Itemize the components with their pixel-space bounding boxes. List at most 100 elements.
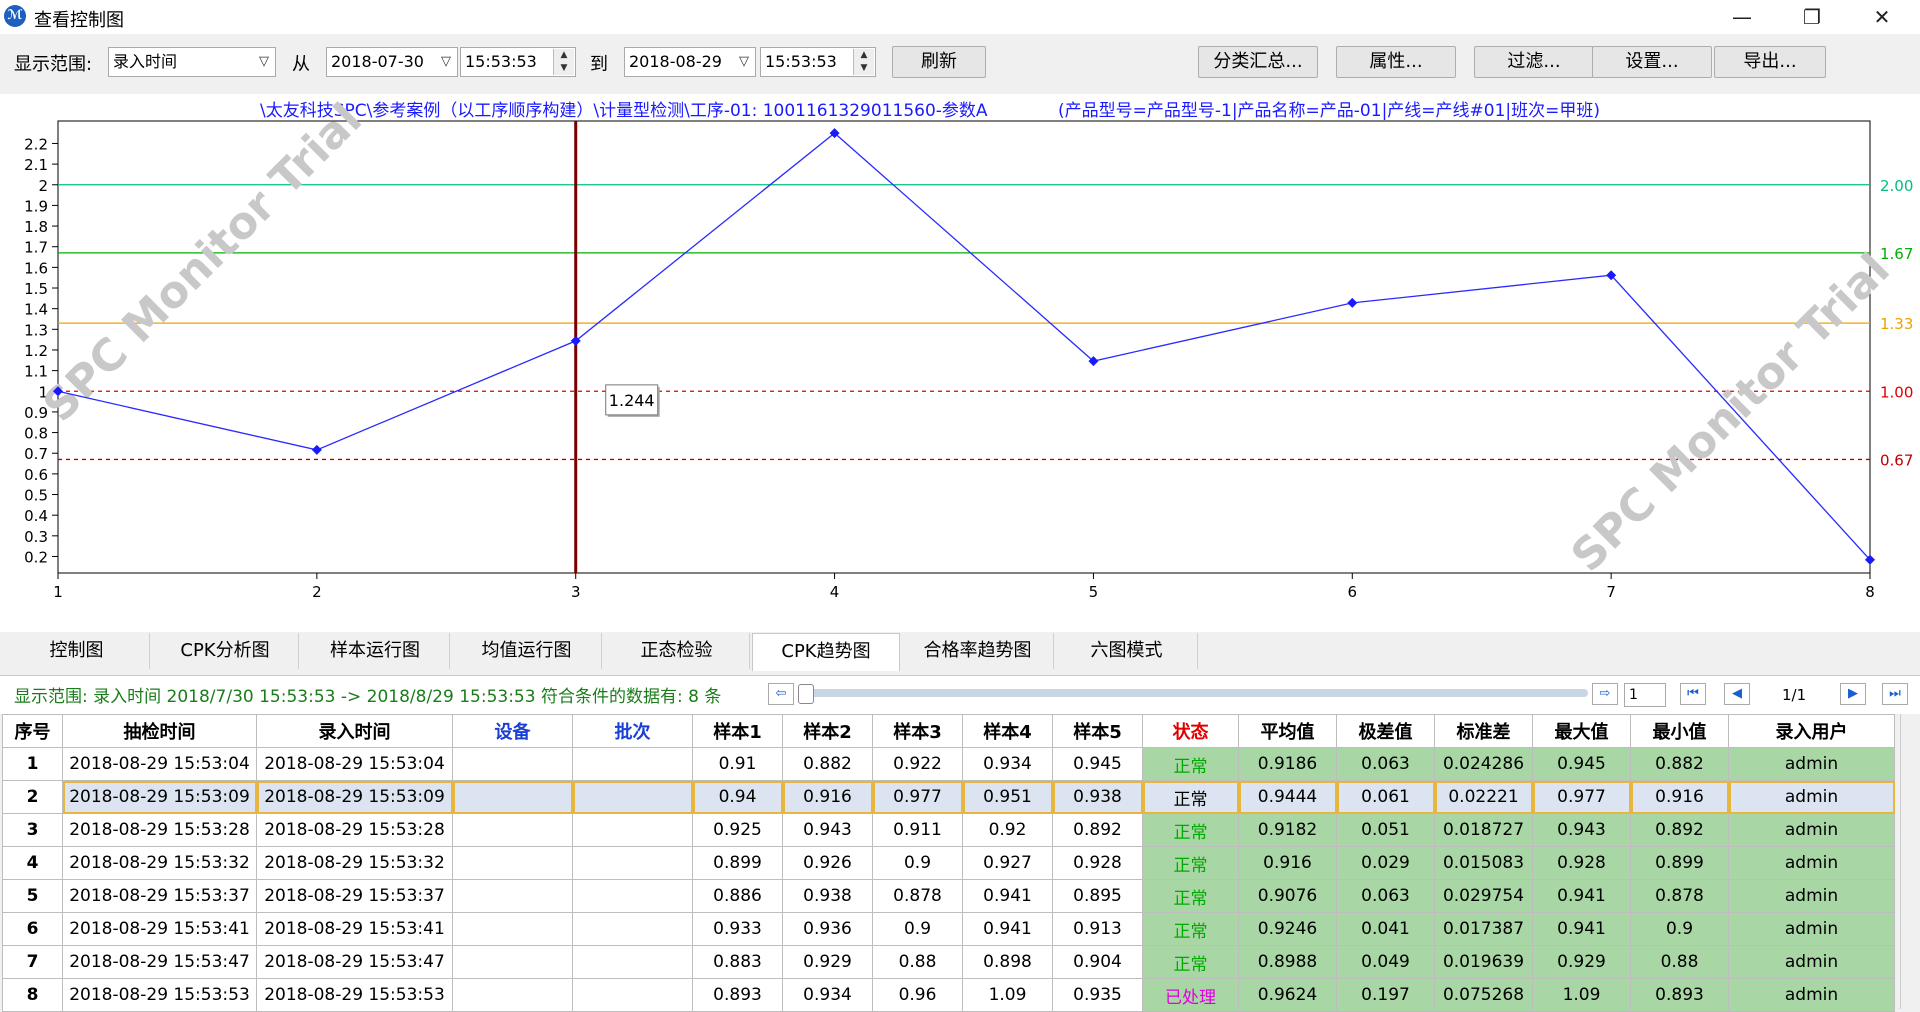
table-cell[interactable]: 2018-08-29 15:53:37 [256,879,453,913]
table-cell[interactable]: 正常 [1142,780,1239,814]
export-button[interactable]: 导出... [1714,46,1826,78]
table-cell[interactable]: 2018-08-29 15:53:28 [256,813,453,847]
table-cell[interactable]: 0.899 [692,846,783,880]
column-header[interactable]: 抽检时间 [62,714,257,748]
table-cell[interactable]: admin [1728,846,1895,880]
close-button[interactable]: ✕ [1852,0,1912,34]
table-cell[interactable]: 0.916 [1630,780,1729,814]
properties-button[interactable]: 属性... [1336,46,1456,78]
last-page-icon[interactable]: ⏭ [1882,683,1908,705]
table-cell[interactable]: 0.882 [782,747,873,781]
table-row[interactable]: 1 2018-08-29 15:53:04 2018-08-29 15:53:04 0… [2,747,1895,781]
table-cell[interactable]: 0.929 [782,945,873,979]
tab-8[interactable]: 六图模式 [1056,633,1198,669]
cpk-trend-chart[interactable]: \太友科技SPC\参考案例（以工序顺序构建）\计量型检测\工序-01: 1001… [0,94,1920,632]
column-header[interactable]: 样本5 [1052,714,1143,748]
table-cell[interactable]: 0.925 [692,813,783,847]
table-cell[interactable]: 2018-08-29 15:53:28 [62,813,257,847]
table-cell[interactable]: 0.977 [1532,780,1631,814]
column-header[interactable]: 录入时间 [256,714,453,748]
table-cell[interactable]: 2018-08-29 15:53:41 [62,912,257,946]
table-row[interactable]: 4 2018-08-29 15:53:32 2018-08-29 15:53:32 0… [2,846,1895,880]
table-cell[interactable]: 0.943 [1532,813,1631,847]
table-cell[interactable]: 2018-08-29 15:53:32 [62,846,257,880]
table-cell[interactable]: 0.951 [962,780,1053,814]
table-cell[interactable]: 1 [2,747,63,781]
minimize-button[interactable]: — [1712,0,1772,34]
table-cell[interactable]: 4 [2,846,63,880]
table-cell[interactable]: 3 [2,813,63,847]
table-cell[interactable]: 0.895 [1052,879,1143,913]
table-cell[interactable] [452,747,573,781]
column-header[interactable]: 标准差 [1434,714,1533,748]
table-cell[interactable]: 0.075268 [1434,978,1533,1012]
table-cell[interactable]: 2018-08-29 15:53:47 [256,945,453,979]
maximize-button[interactable]: ❐ [1782,0,1842,34]
table-cell[interactable]: 2018-08-29 15:53:04 [62,747,257,781]
table-cell[interactable]: 0.029 [1336,846,1435,880]
first-page-icon[interactable]: ⏮ [1680,683,1706,705]
table-row[interactable]: 8 2018-08-29 15:53:53 2018-08-29 15:53:53 0… [2,978,1895,1012]
table-cell[interactable]: 1.09 [962,978,1053,1012]
prev-page-icon[interactable]: ◀ [1724,683,1750,705]
table-cell[interactable]: 6 [2,912,63,946]
next-page-icon[interactable]: ▶ [1840,683,1866,705]
tab-2[interactable]: CPK分析图 [152,633,299,669]
table-cell[interactable]: 2018-08-29 15:53:47 [62,945,257,979]
table-cell[interactable] [452,780,573,814]
column-header[interactable]: 样本3 [872,714,963,748]
table-cell[interactable]: 0.943 [782,813,873,847]
table-cell[interactable]: 0.9182 [1238,813,1337,847]
table-cell[interactable]: 0.882 [1630,747,1729,781]
column-header[interactable]: 样本2 [782,714,873,748]
table-cell[interactable]: 0.892 [1052,813,1143,847]
classify-summary-button[interactable]: 分类汇总... [1198,46,1318,78]
column-header[interactable]: 最大值 [1532,714,1631,748]
table-cell[interactable]: 0.9444 [1238,780,1337,814]
table-cell[interactable]: 0.061 [1336,780,1435,814]
table-cell[interactable]: 0.883 [692,945,783,979]
column-header[interactable]: 状态 [1142,714,1239,748]
table-cell[interactable]: 0.933 [692,912,783,946]
table-cell[interactable]: 0.911 [872,813,963,847]
page-slider-track[interactable] [798,689,1588,697]
table-cell[interactable]: 正常 [1142,945,1239,979]
page-input[interactable]: 1 [1624,683,1666,707]
table-cell[interactable] [572,780,693,814]
table-cell[interactable] [572,747,693,781]
table-cell[interactable]: 0.019639 [1434,945,1533,979]
column-header[interactable]: 样本4 [962,714,1053,748]
table-cell[interactable]: 2018-08-29 15:53:09 [62,780,257,814]
table-cell[interactable] [452,813,573,847]
table-cell[interactable]: 正常 [1142,813,1239,847]
table-cell[interactable]: 8 [2,978,63,1012]
table-cell[interactable]: 0.904 [1052,945,1143,979]
table-cell[interactable]: admin [1728,879,1895,913]
refresh-button[interactable]: 刷新 [892,46,986,78]
table-cell[interactable]: 0.945 [1052,747,1143,781]
table-cell[interactable] [572,813,693,847]
table-cell[interactable]: 0.017387 [1434,912,1533,946]
tab-7[interactable]: 合格率趋势图 [902,633,1054,669]
table-cell[interactable]: 0.938 [1052,780,1143,814]
table-cell[interactable]: 7 [2,945,63,979]
to-date-picker[interactable]: 2018-08-29 ▽ [624,47,756,77]
tab-5[interactable]: 正态检验 [604,633,750,669]
table-cell[interactable]: 0.063 [1336,747,1435,781]
column-header[interactable]: 录入用户 [1728,714,1895,748]
table-cell[interactable]: 0.941 [1532,912,1631,946]
column-header[interactable]: 序号 [2,714,63,748]
table-cell[interactable]: 0.936 [782,912,873,946]
table-cell[interactable]: 2018-08-29 15:53:53 [256,978,453,1012]
table-cell[interactable]: 0.945 [1532,747,1631,781]
from-time-field[interactable]: 15:53:53 ▲ ▼ [460,47,576,77]
table-cell[interactable]: 0.9186 [1238,747,1337,781]
table-cell[interactable]: 0.934 [782,978,873,1012]
table-cell[interactable]: 正常 [1142,747,1239,781]
table-scrollbar[interactable] [1900,714,1920,1009]
table-row[interactable]: 5 2018-08-29 15:53:37 2018-08-29 15:53:37 0… [2,879,1895,913]
table-cell[interactable]: 0.941 [1532,879,1631,913]
table-cell[interactable]: 0.88 [1630,945,1729,979]
table-cell[interactable]: 0.878 [1630,879,1729,913]
table-cell[interactable]: 0.92 [962,813,1053,847]
